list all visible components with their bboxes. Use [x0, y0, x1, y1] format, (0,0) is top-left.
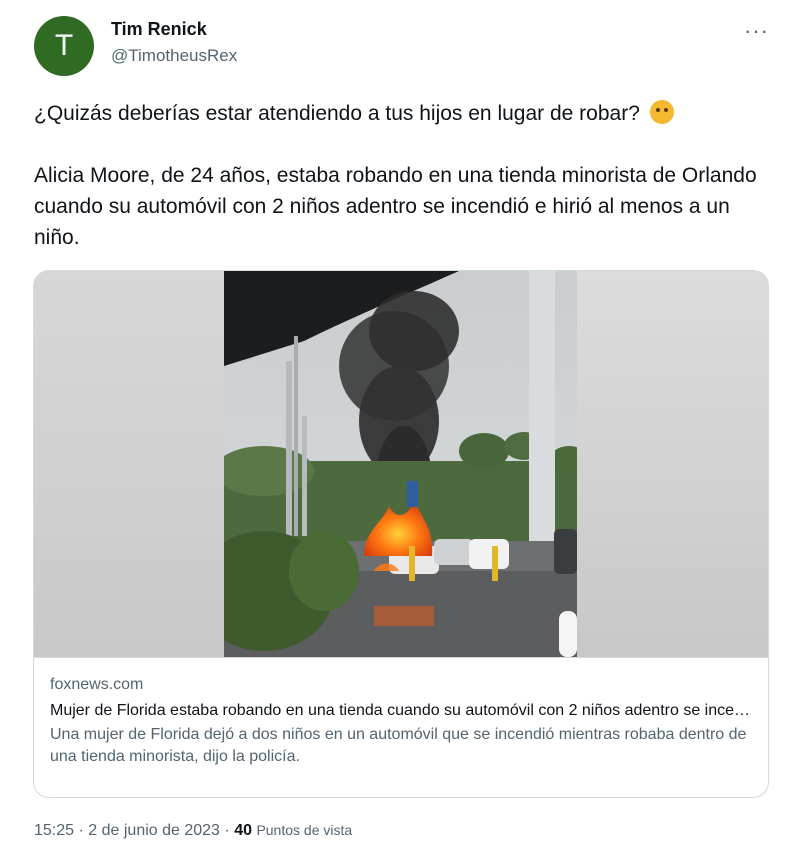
- author-handle[interactable]: @TimotheusRex: [111, 46, 237, 66]
- tweet-line-1: ¿Quizás deberías estar atendiendo a tus …: [34, 98, 764, 129]
- tweet-text: ¿Quizás deberías estar atendiendo a tus …: [34, 98, 764, 253]
- card-domain: foxnews.com: [50, 676, 144, 693]
- card-body[interactable]: foxnews.com Mujer de Florida estaba roba…: [34, 657, 768, 768]
- link-card[interactable]: foxnews.com Mujer de Florida estaba roba…: [33, 270, 769, 798]
- tweet-date[interactable]: 2 de junio de 2023: [88, 822, 220, 839]
- card-title: Mujer de Florida estaba robando en una t…: [50, 702, 754, 719]
- views-count: 40: [234, 822, 252, 839]
- card-description: Una mujer de Florida dejó a dos niños en…: [50, 726, 747, 765]
- tweet-time[interactable]: 15:25: [34, 822, 74, 839]
- tweet-meta: 15:25 · 2 de junio de 2023 · 40 Puntos d…: [34, 822, 352, 840]
- more-horizontal-icon[interactable]: ···: [744, 18, 769, 44]
- burning-car-photo: [224, 271, 577, 657]
- views-label: Puntos de vista: [256, 822, 353, 838]
- avatar[interactable]: T: [34, 16, 94, 76]
- blurred-right-backdrop: [577, 271, 768, 657]
- meta-separator: ·: [78, 822, 84, 839]
- thinking-face-emoji-icon: [649, 100, 674, 124]
- blurred-left-backdrop: [34, 271, 224, 657]
- tweet: T Tim Renick @TimotheusRex ··· ¿Quizás d…: [0, 0, 800, 862]
- tweet-question: ¿Quizás deberías estar atendiendo a tus …: [34, 102, 640, 125]
- card-image[interactable]: [34, 271, 768, 657]
- author-name[interactable]: Tim Renick: [111, 19, 207, 40]
- tweet-line-2: Alicia Moore, de 24 años, estaba robando…: [34, 164, 757, 249]
- meta-separator-2: ·: [224, 822, 230, 839]
